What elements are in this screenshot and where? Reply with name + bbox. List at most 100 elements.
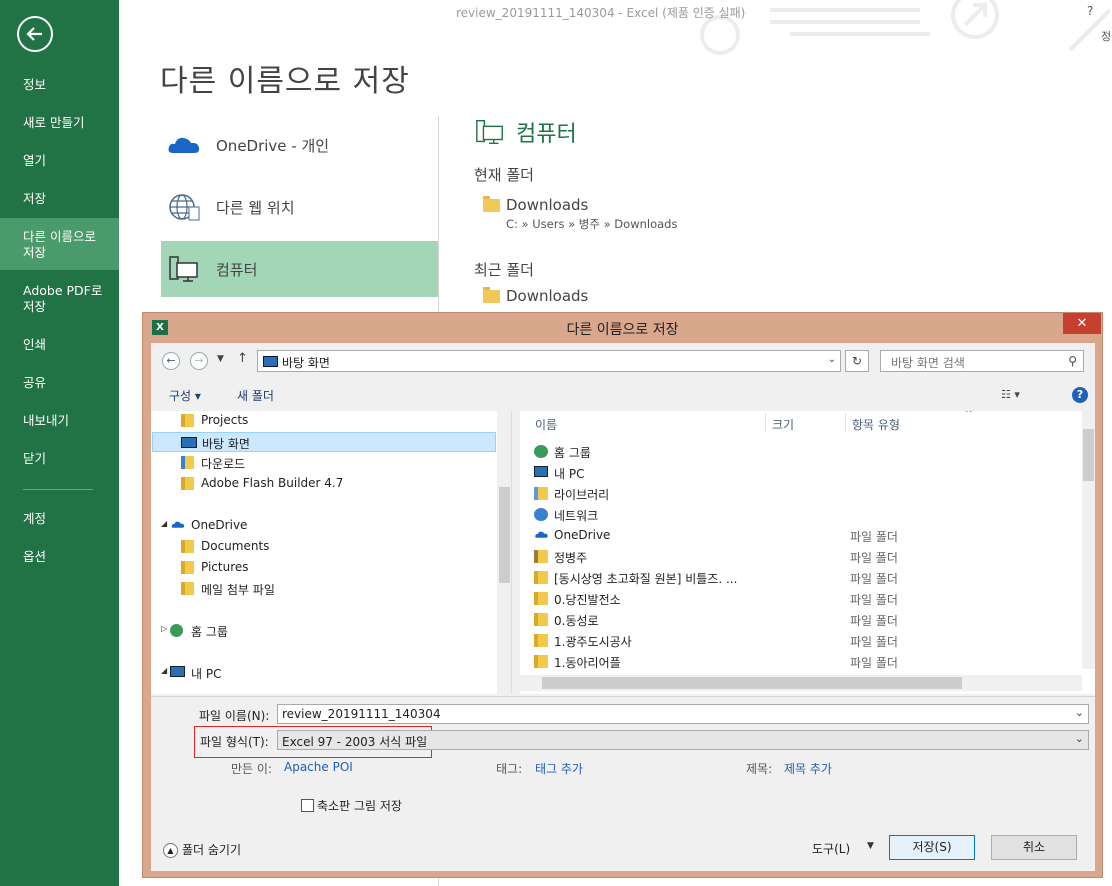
file-row[interactable]: 0.당진발전소 파일 폴더: [530, 588, 1075, 609]
filetype-value: Excel 97 - 2003 서식 파일: [282, 735, 428, 749]
tools-button[interactable]: 도구(L): [812, 840, 850, 857]
tree-scrollbar[interactable]: [497, 411, 511, 694]
thumbnail-label[interactable]: 축소판 그림 저장: [317, 797, 402, 814]
nav-new[interactable]: 새로 만들기: [0, 115, 119, 131]
address-bar[interactable]: 바탕 화면 ⌄: [257, 350, 841, 372]
location-onedrive[interactable]: OneDrive - 개인: [161, 117, 438, 173]
computer-panel-title: 컴퓨터: [516, 122, 577, 147]
expand-chevron-icon[interactable]: ◢: [161, 666, 167, 675]
chevron-down-icon[interactable]: ⌄: [828, 354, 836, 365]
list-hscroll-thumb[interactable]: [542, 677, 962, 689]
search-box[interactable]: 바탕 화면 검색 ⚲: [880, 350, 1084, 372]
column-separator: [765, 413, 766, 433]
file-row[interactable]: 1.광주도시공사 파일 폴더: [530, 630, 1075, 651]
new-folder-button[interactable]: 새 폴더: [237, 387, 274, 404]
recent-locations-chevron-icon[interactable]: ▼: [217, 354, 224, 364]
cancel-button[interactable]: 취소: [991, 835, 1077, 860]
nav-save-pdf[interactable]: Adobe PDF로 저장: [0, 283, 119, 315]
column-name-header[interactable]: 이름: [535, 416, 557, 433]
tree-item[interactable]: Adobe Flash Builder 4.7: [181, 474, 491, 494]
filename-value: review_20191111_140304: [282, 707, 441, 721]
subject-add-link[interactable]: 제목 추가: [784, 760, 832, 777]
tree-item-label: 바탕 화면: [202, 437, 250, 451]
file-row[interactable]: 내 PC: [530, 462, 1075, 483]
file-name: 0.당진발전소: [554, 593, 621, 607]
nav-share[interactable]: 공유: [0, 375, 119, 391]
dialog-close-button[interactable]: ✕: [1063, 313, 1101, 334]
tree-item-label: OneDrive: [191, 518, 248, 532]
refresh-button[interactable]: ↻: [845, 350, 869, 372]
column-type-header[interactable]: 항목 유형: [852, 416, 900, 433]
save-button[interactable]: 저장(S): [889, 835, 975, 860]
help-icon[interactable]: ?: [1087, 4, 1093, 18]
thumbnail-checkbox[interactable]: [301, 799, 314, 812]
pc-icon: [534, 466, 548, 477]
tags-add-link[interactable]: 태그 추가: [535, 760, 583, 777]
nav-close[interactable]: 닫기: [0, 451, 119, 467]
nav-info[interactable]: 정보: [0, 77, 119, 93]
file-name: 1.동아리어플: [554, 656, 621, 670]
chevron-down-icon[interactable]: ⌄: [1075, 706, 1084, 719]
expand-chevron-icon[interactable]: ◢: [161, 519, 167, 528]
location-computer[interactable]: 컴퓨터: [161, 241, 438, 297]
tree-item-label: Pictures: [201, 560, 249, 574]
tree-item[interactable]: 다운로드: [181, 453, 491, 473]
organize-button[interactable]: 구성 ▾: [169, 387, 201, 404]
file-row[interactable]: 라이브러리: [530, 483, 1075, 504]
file-name: 정병주: [554, 551, 588, 565]
tree-item[interactable]: Projects: [181, 411, 491, 431]
nav-save[interactable]: 저장: [0, 191, 119, 207]
help-icon[interactable]: ?: [1072, 387, 1088, 403]
list-vscroll-thumb[interactable]: [1083, 429, 1094, 481]
backstage-nav: 정보 새로 만들기 열기 저장 다른 이름으로 저장 Adobe PDF로 저장…: [0, 0, 119, 886]
file-row[interactable]: 홈 그룹: [530, 441, 1075, 462]
back-arrow-icon: [26, 27, 42, 41]
file-name: OneDrive: [554, 528, 611, 542]
author-value[interactable]: Apache POI: [284, 760, 353, 774]
back-nav-button[interactable]: ←: [162, 352, 180, 370]
tree-item[interactable]: Documents: [181, 537, 491, 557]
nav-open[interactable]: 열기: [0, 153, 119, 169]
hide-folders-button[interactable]: ▲ 폴더 숨기기: [163, 841, 241, 858]
tree-item-selected[interactable]: 바탕 화면: [152, 432, 496, 452]
tree-scroll-thumb[interactable]: [499, 487, 510, 583]
file-row[interactable]: 정병주 파일 폴더: [530, 546, 1075, 567]
tree-item[interactable]: ◢ OneDrive: [161, 516, 491, 536]
filename-input[interactable]: review_20191111_140304 ⌄: [277, 704, 1089, 724]
tools-dropdown-icon[interactable]: ▼: [867, 841, 874, 851]
expand-chevron-icon[interactable]: ▷: [161, 624, 167, 633]
file-type: 파일 폴더: [850, 530, 898, 544]
folder-icon: [534, 571, 548, 584]
tree-item[interactable]: 메일 첨부 파일: [181, 579, 491, 599]
location-web[interactable]: 다른 웹 위치: [161, 179, 438, 235]
nav-account[interactable]: 계정: [0, 511, 119, 527]
nav-export[interactable]: 내보내기: [0, 413, 119, 429]
file-row[interactable]: 0.동성로 파일 폴더: [530, 609, 1075, 630]
title-decoration: [690, 0, 1110, 55]
file-row[interactable]: 네트워크: [530, 504, 1075, 525]
forward-nav-button[interactable]: →: [190, 352, 208, 370]
download-icon: [181, 456, 194, 469]
address-text: 바탕 화면: [282, 356, 330, 370]
list-vertical-scrollbar[interactable]: [1082, 411, 1095, 669]
current-folder-label: 현재 폴더: [474, 166, 534, 184]
file-row[interactable]: [동시상영 초고화질 원본] 비틀즈. ... 파일 폴더: [530, 567, 1075, 588]
file-row[interactable]: 1.동아리어플 파일 폴더: [530, 651, 1075, 672]
file-row[interactable]: OneDrive 파일 폴더: [530, 525, 1075, 546]
folder-name: Downloads: [506, 196, 589, 214]
tree-item[interactable]: ◢ 내 PC: [161, 663, 491, 683]
list-horizontal-scrollbar[interactable]: [520, 675, 1082, 691]
filetype-select[interactable]: Excel 97 - 2003 서식 파일 ⌄: [277, 730, 1089, 750]
column-size-header[interactable]: 크기: [772, 416, 794, 433]
up-arrow-icon[interactable]: ↑: [237, 351, 248, 366]
tree-item[interactable]: ▷ 홈 그룹: [161, 621, 491, 641]
nav-print[interactable]: 인쇄: [0, 337, 119, 353]
tree-item[interactable]: Pictures: [181, 558, 491, 578]
dialog-titlebar[interactable]: X 다른 이름으로 저장: [143, 313, 1102, 343]
chevron-down-icon[interactable]: ⌄: [1075, 732, 1084, 745]
column-separator: [845, 413, 846, 433]
nav-save-as[interactable]: 다른 이름으로 저장: [0, 218, 119, 270]
view-options-icon[interactable]: ☷ ▾: [1001, 388, 1020, 401]
back-button[interactable]: [17, 16, 53, 52]
nav-options[interactable]: 옵션: [0, 549, 119, 565]
